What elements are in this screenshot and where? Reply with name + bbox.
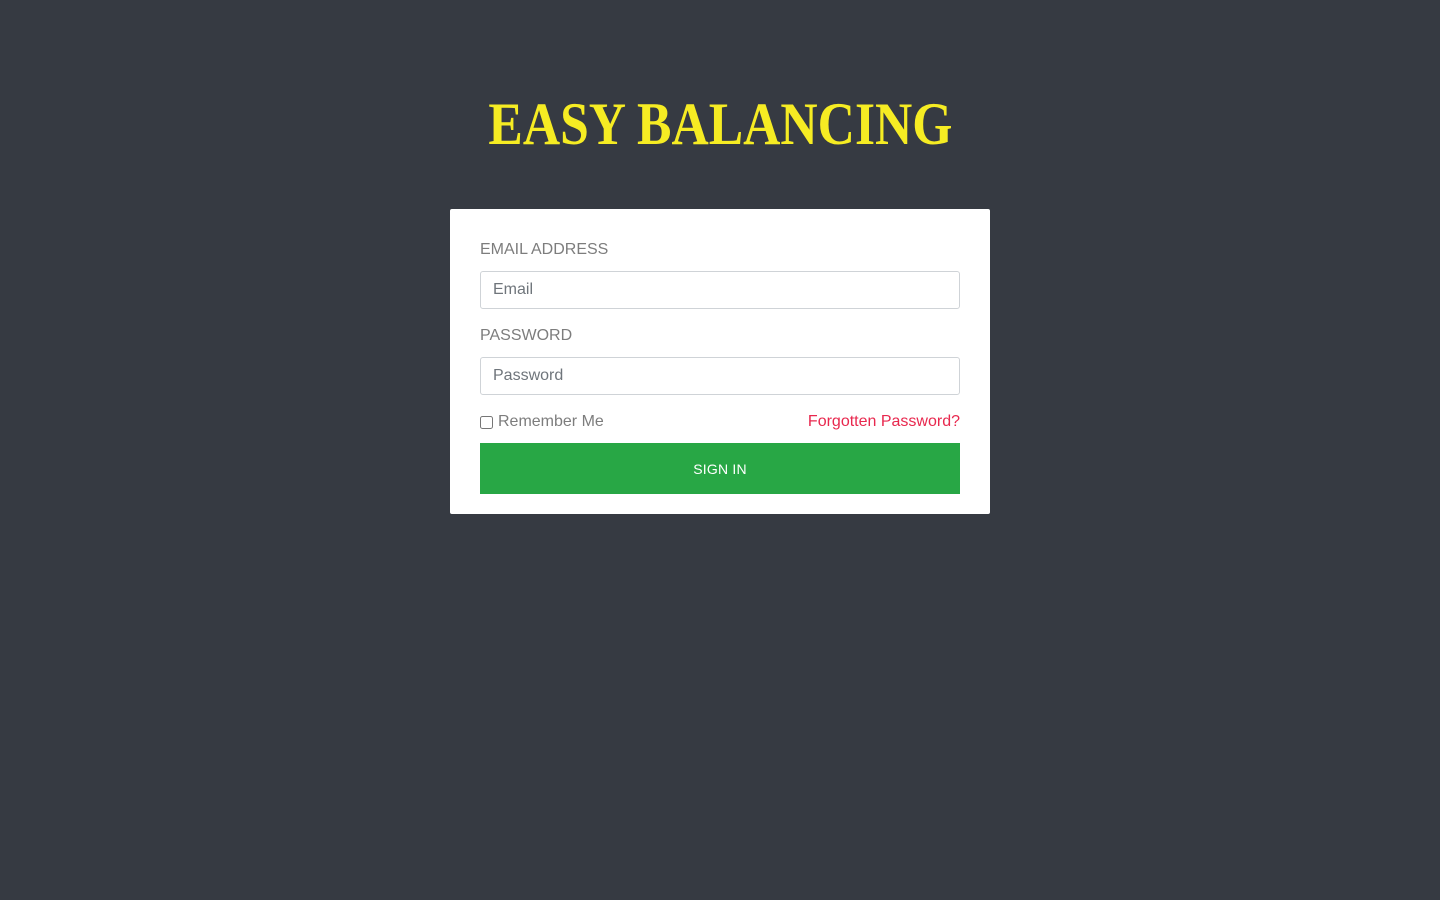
email-input[interactable] <box>480 271 960 309</box>
email-label: EMAIL ADDRESS <box>480 241 609 258</box>
remember-me-label: Remember Me <box>498 413 604 430</box>
password-label: PASSWORD <box>480 327 573 344</box>
password-input[interactable] <box>480 357 960 395</box>
sign-in-button[interactable]: SIGN IN <box>480 443 960 494</box>
remember-me[interactable]: Remember Me <box>480 412 604 432</box>
forgot-password-link[interactable]: Forgotten Password? <box>808 412 960 432</box>
brand-logo: EASY BALANCING <box>488 91 953 157</box>
login-card: EMAIL ADDRESS PASSWORD Remember Me Forgo… <box>450 209 990 514</box>
remember-me-checkbox[interactable] <box>480 415 493 429</box>
